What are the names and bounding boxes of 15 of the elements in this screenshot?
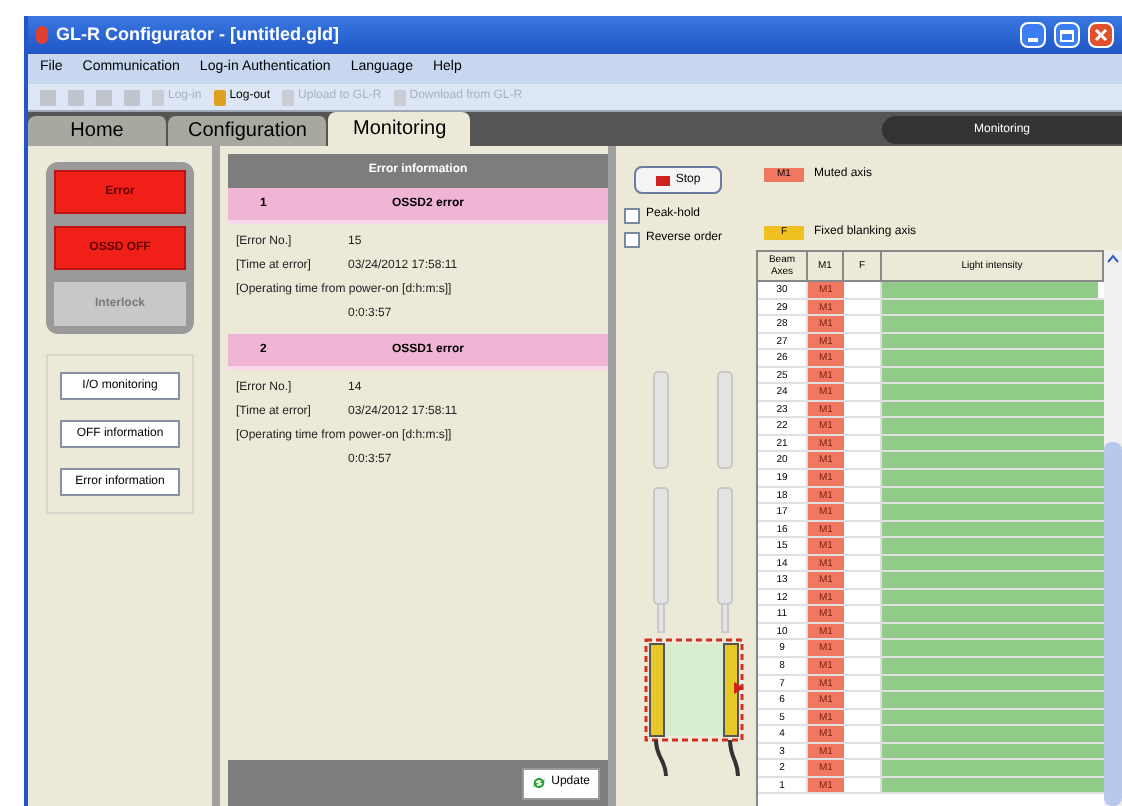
maximize-button[interactable] (1054, 22, 1080, 48)
scrollbar[interactable] (1104, 250, 1122, 806)
minimize-button[interactable] (1020, 22, 1046, 48)
app-icon (36, 26, 48, 44)
checkbox[interactable] (624, 207, 640, 223)
window-title: GL-R Configurator - [untitled.gld] (56, 21, 339, 48)
checkbox[interactable] (624, 231, 640, 247)
stop-icon (655, 175, 670, 185)
tab[interactable]: Monitoring (328, 112, 471, 146)
close-icon (1094, 28, 1108, 42)
close-button[interactable] (1088, 22, 1114, 48)
tab[interactable]: Configuration (168, 116, 329, 146)
scroll-up-icon (1104, 250, 1122, 266)
refresh-icon (531, 776, 546, 790)
tab[interactable]: Home (28, 116, 168, 146)
